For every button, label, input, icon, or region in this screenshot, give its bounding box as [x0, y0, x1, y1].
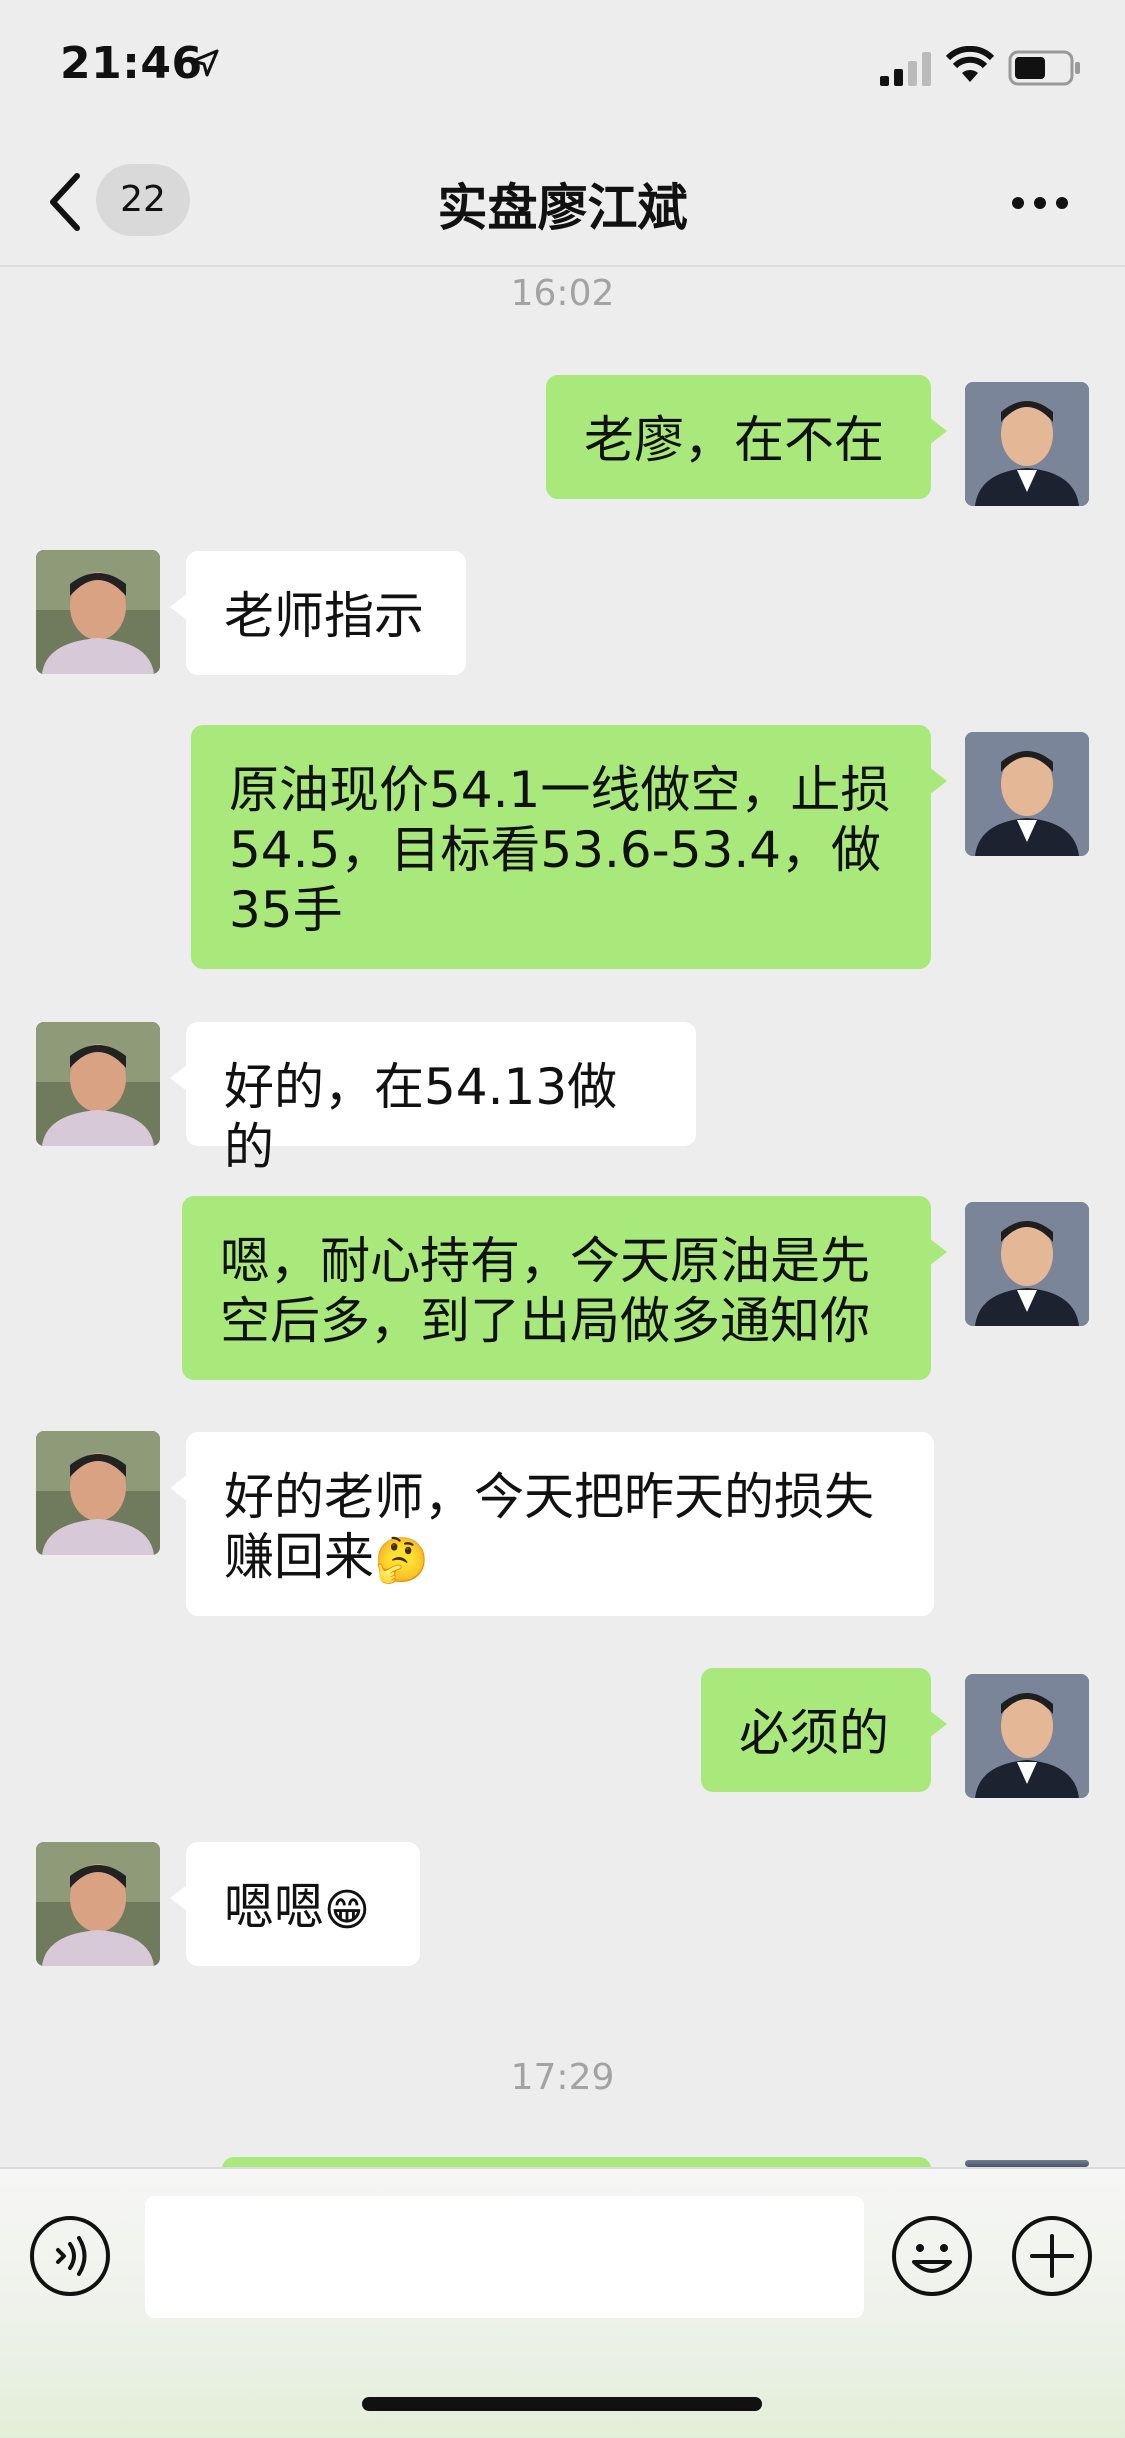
- message-bubble[interactable]: 嗯嗯😁: [170, 1842, 420, 1966]
- avatar[interactable]: [36, 1431, 160, 1555]
- avatar[interactable]: [965, 382, 1089, 506]
- avatar[interactable]: [965, 1674, 1089, 1798]
- emoji-picker-icon[interactable]: [890, 2214, 974, 2298]
- person-avatar-icon: [965, 732, 1089, 856]
- chat-header: 22 实盘廖江斌: [0, 140, 1125, 267]
- avatar[interactable]: [36, 1022, 160, 1146]
- chat-title: 实盘廖江斌: [437, 179, 688, 237]
- avatar[interactable]: [965, 732, 1089, 856]
- message-bubble[interactable]: 老师指示: [170, 551, 466, 675]
- wifi-icon: [946, 46, 994, 82]
- battery-icon: [1008, 50, 1080, 86]
- message-bubble[interactable]: 嗯，耐心持有，今天原油是先空后多，到了出局做多通知你: [182, 1196, 947, 1380]
- person-avatar-icon: [36, 1842, 160, 1966]
- message-bubble[interactable]: 好的，在54.13做的: [170, 1022, 696, 1176]
- avatar[interactable]: [965, 1202, 1089, 1326]
- message-bubble[interactable]: 必须的: [701, 1668, 947, 1792]
- voice-input-icon[interactable]: [28, 2214, 112, 2298]
- person-avatar-icon: [965, 1674, 1089, 1798]
- message-bubble-partial[interactable]: [222, 2157, 931, 2167]
- message-text: 嗯嗯: [224, 1878, 324, 1936]
- grinning-emoji-icon: 😁: [324, 1884, 370, 1936]
- plus-more-icon[interactable]: [1010, 2214, 1094, 2298]
- person-avatar-icon: [965, 382, 1089, 506]
- message-timestamp: 16:02: [510, 273, 615, 314]
- person-avatar-icon: [965, 1202, 1089, 1326]
- person-avatar-icon: [36, 1022, 160, 1146]
- message-list[interactable]: 16:02 老廖，在不在 老师指示 原油现价54.1一线做空，止损54.5，目标…: [0, 267, 1125, 2167]
- message-text-input[interactable]: [145, 2196, 864, 2318]
- status-bar: 21:46: [0, 0, 1125, 140]
- avatar[interactable]: [965, 2160, 1089, 2167]
- message-text: 好的老师，今天把昨天的损失赚回来: [224, 1468, 874, 1586]
- message-input-bar: [0, 2167, 1125, 2438]
- person-avatar-icon: [36, 550, 160, 674]
- status-time: 21:46: [60, 38, 203, 89]
- cellular-signal-icon: [880, 52, 931, 86]
- message-bubble[interactable]: 老廖，在不在: [546, 375, 947, 499]
- thinking-emoji-icon: 🤔: [374, 1534, 429, 1586]
- person-avatar-icon: [36, 1431, 160, 1555]
- message-bubble[interactable]: 原油现价54.1一线做空，止损54.5，目标看53.6-53.4，做35手: [191, 725, 947, 969]
- avatar[interactable]: [36, 1842, 160, 1966]
- avatar[interactable]: [36, 550, 160, 674]
- location-arrow-icon: [191, 49, 219, 77]
- home-indicator[interactable]: [362, 2397, 762, 2411]
- message-timestamp: 17:29: [510, 2057, 615, 2098]
- more-options-icon[interactable]: [1010, 195, 1070, 211]
- message-bubble[interactable]: 好的老师，今天把昨天的损失赚回来🤔: [170, 1432, 934, 1616]
